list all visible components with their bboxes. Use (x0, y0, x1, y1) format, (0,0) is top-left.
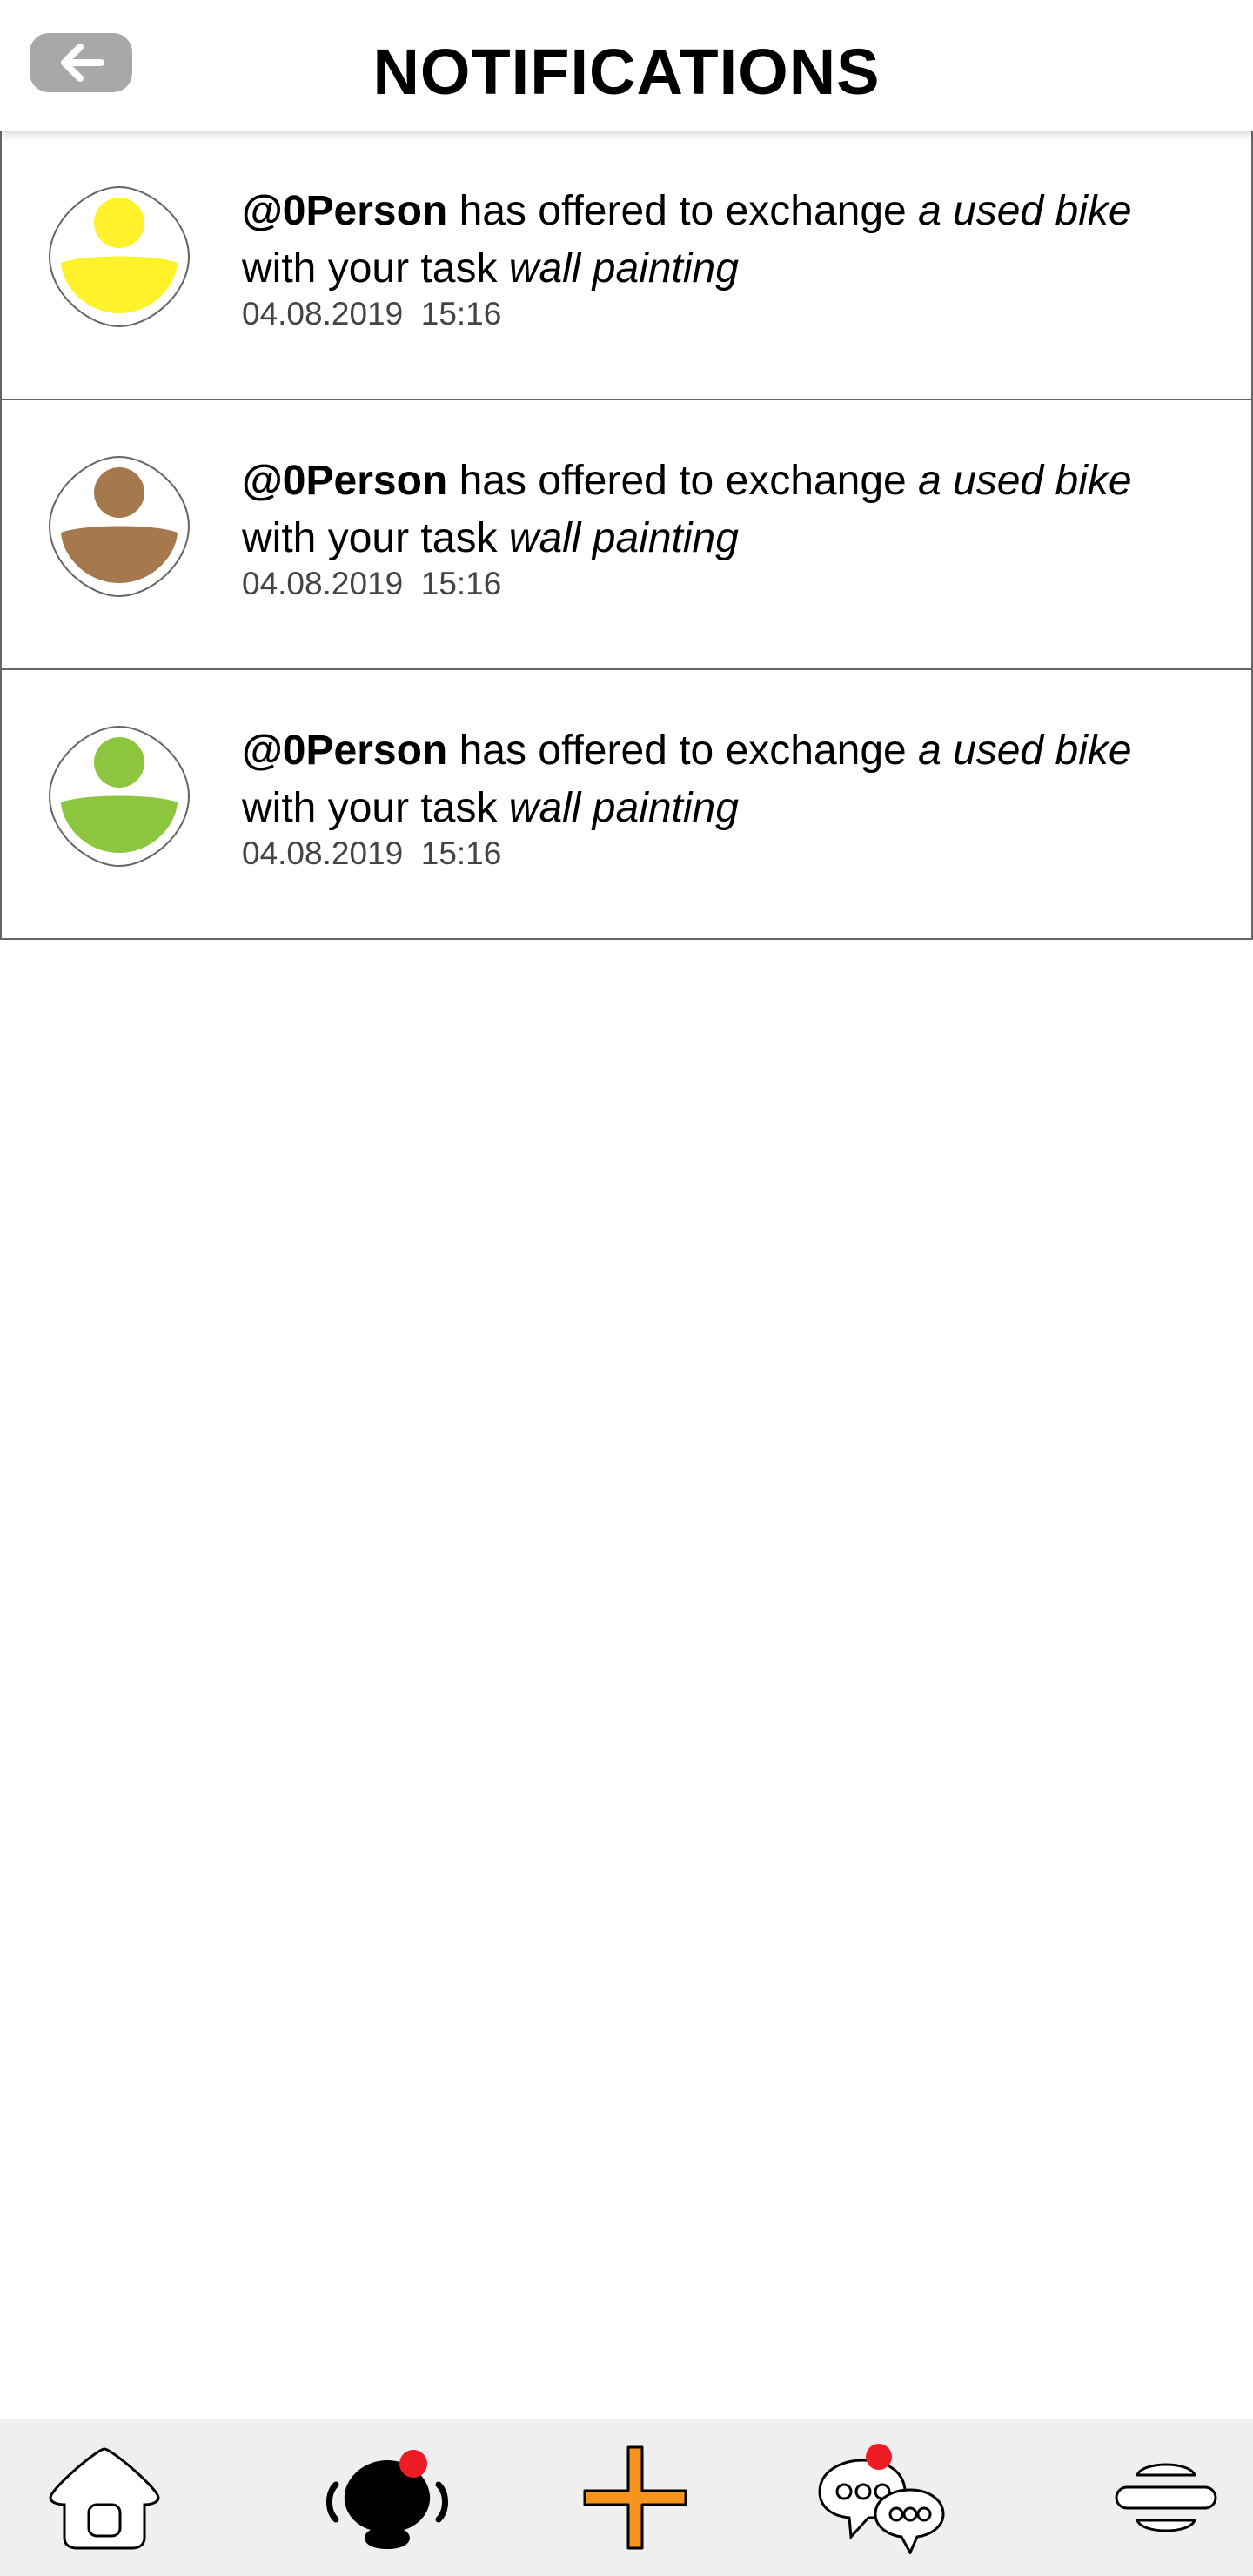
nav-notifications-button[interactable] (313, 2419, 461, 2576)
nav-menu-button[interactable] (1101, 2419, 1231, 2576)
notifications-icon (326, 2450, 448, 2549)
offered-item: a used bike (918, 458, 1132, 504)
offered-item: a used bike (918, 188, 1132, 234)
task-name: wall painting (508, 785, 739, 831)
username[interactable]: @0Person (242, 728, 447, 774)
notification-item[interactable]: @0Person has offered to exchange a used … (0, 400, 1253, 670)
notification-timestamp: 04.08.2019 15:16 (242, 835, 502, 871)
notification-message: @0Person has offered to exchange a used … (242, 728, 1132, 831)
username[interactable]: @0Person (242, 458, 447, 504)
page-title: NOTIFICATIONS (372, 36, 881, 108)
notification-badge (399, 2450, 427, 2478)
notification-item[interactable]: @0Person has offered to exchange a used … (0, 670, 1253, 940)
nav-home-button[interactable] (35, 2419, 174, 2576)
notification-message: @0Person has offered to exchange a used … (242, 458, 1132, 561)
notification-message: @0Person has offered to exchange a used … (242, 188, 1132, 292)
task-name: wall painting (508, 245, 739, 292)
username[interactable]: @0Person (242, 188, 447, 234)
notification-timestamp: 04.08.2019 15:16 (242, 566, 502, 601)
home-icon (49, 2447, 160, 2550)
nav-chat-button[interactable] (801, 2419, 957, 2576)
avatar-icon (48, 185, 191, 328)
nav-add-button[interactable] (570, 2419, 700, 2576)
chat-icon (818, 2444, 945, 2554)
offered-item: a used bike (918, 728, 1132, 774)
task-name: wall painting (508, 515, 739, 561)
bottom-navigation (0, 2419, 1253, 2576)
notification-list: @0Person has offered to exchange a used … (0, 131, 1253, 940)
notification-timestamp: 04.08.2019 15:16 (242, 296, 502, 332)
notification-item[interactable]: @0Person has offered to exchange a used … (0, 131, 1253, 400)
header: NOTIFICATIONS (0, 0, 1253, 131)
add-icon (583, 2445, 687, 2550)
menu-icon (1115, 2463, 1217, 2532)
chat-badge (866, 2444, 892, 2470)
avatar-icon (48, 455, 191, 598)
avatar-icon (48, 725, 191, 868)
